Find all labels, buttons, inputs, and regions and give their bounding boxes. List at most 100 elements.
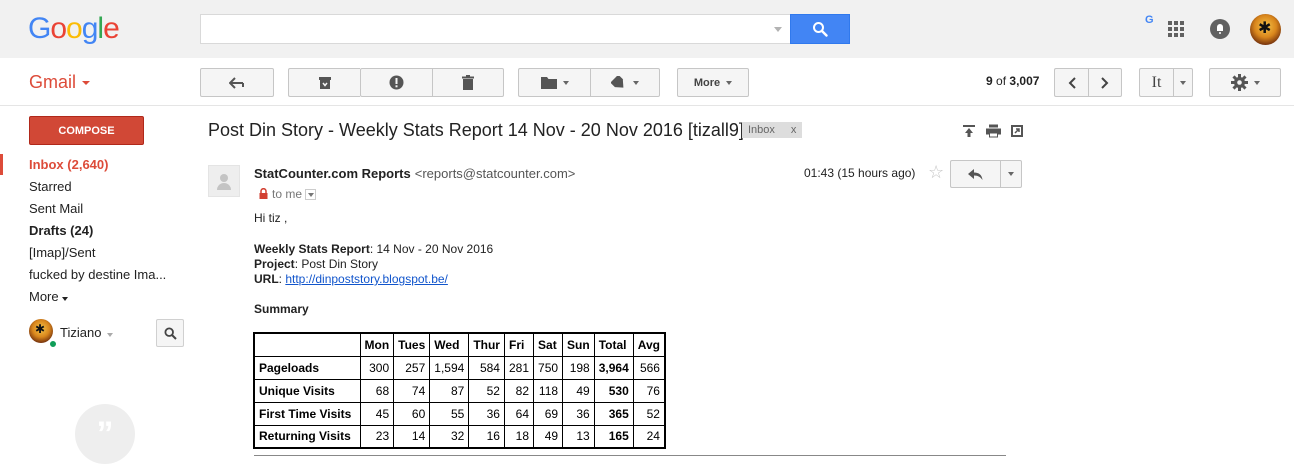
url-line: URL: http://dinpoststory.blogspot.be/ [254,272,448,286]
table-cell: 52 [468,378,505,403]
pager-of: of [996,74,1007,88]
chevron-down-icon [562,80,569,85]
labels-button[interactable] [590,68,660,97]
notifications-bell-icon[interactable] [1210,19,1230,39]
table-header-cell: Wed [429,332,470,357]
trash-icon [462,75,474,90]
table-cell: 198 [562,355,595,380]
inbox-label-chip[interactable]: Inbox x [742,122,803,138]
print-icon[interactable] [986,124,1001,138]
project-label: Project [254,257,295,271]
gmail-app-switcher[interactable]: Gmail [29,72,91,93]
apps-grid-icon[interactable] [1168,21,1184,37]
nav-item-starred[interactable]: Starred [29,179,72,194]
nav-item-imap-sent[interactable]: [Imap]/Sent [29,245,95,260]
table-cell: 68 [359,378,395,403]
expand-all-icon[interactable] [963,124,975,138]
star-icon[interactable]: ☆ [928,162,944,183]
label-tag-icon [611,75,624,88]
table-cell: 69 [533,401,564,426]
move-to-button[interactable] [518,68,590,97]
table-row: First Time Visits 45 60 55 36 64 69 36 365 52 [253,401,666,426]
archive-button[interactable] [288,68,360,97]
table-cell: 82 [503,378,535,403]
input-tools-label: It [1151,73,1162,91]
reply-button[interactable] [950,160,1000,188]
sender-email: <reports@statcounter.com> [414,166,576,181]
table-header-cell: Tues [393,332,431,357]
chevron-down-icon [61,297,68,301]
account-avatar[interactable] [1250,14,1281,45]
top-bar: Google G [0,0,1294,58]
row-label: Unique Visits [253,378,361,403]
row-label: First Time Visits [253,401,361,426]
message-time: 01:43 (15 hours ago) [804,166,916,180]
search-options-caret-icon[interactable] [774,27,782,32]
search-button[interactable] [790,14,850,44]
settings-button[interactable] [1209,68,1281,97]
gear-icon [1230,74,1248,91]
table-cell: 18 [503,424,535,449]
table-header-cell: Avg [632,332,666,357]
table-cell: 52 [632,401,666,426]
nav-item-drafts[interactable]: Drafts (24) [29,223,93,238]
report-spam-button[interactable] [360,68,432,97]
table-header-cell: Mon [359,332,395,357]
new-window-icon[interactable] [1011,124,1023,138]
hangouts-quote-icon[interactable]: ” [75,404,135,464]
google-logo[interactable]: Google [28,12,120,46]
older-button[interactable] [1088,68,1122,97]
table-cell: 60 [393,401,431,426]
table-header-cell: Thur [468,332,505,357]
project-url-link[interactable]: http://dinpoststory.blogspot.be/ [285,272,448,286]
lock-icon [259,187,268,199]
delete-button[interactable] [432,68,504,97]
reply-more-button[interactable] [1000,160,1022,188]
search-box [200,14,790,44]
project-value: : Post Din Story [294,257,379,271]
chevron-right-icon [1101,76,1109,89]
hangouts-search-button[interactable] [156,319,184,347]
more-actions-button[interactable]: More [677,68,749,97]
archive-icon [318,76,331,89]
sender-avatar[interactable] [208,165,240,197]
total-cell: 530 [593,378,634,403]
report-value: : 14 Nov - 20 Nov 2016 [369,242,494,256]
gmail-label: Gmail [29,72,77,92]
message-subject: Post Din Story - Weekly Stats Report 14 … [208,120,744,140]
table-cell: 118 [533,378,564,403]
search-input[interactable] [201,15,790,43]
remove-label-icon[interactable]: x [791,124,797,136]
show-details-icon[interactable] [305,189,317,201]
sender-name[interactable]: StatCounter.com Reports [254,166,411,181]
chevron-down-icon [1008,172,1014,176]
compose-button[interactable]: COMPOSE [29,116,144,145]
row-label: Returning Visits [253,424,361,449]
google-g-icon[interactable]: G [1145,14,1154,26]
nav-more-label: More [29,289,59,304]
back-arrow-icon [229,76,244,89]
nav-item-sent-mail[interactable]: Sent Mail [29,201,83,216]
input-tools-menu-button[interactable] [1173,68,1193,97]
report-spam-icon [389,75,404,90]
chevron-down-icon [82,81,91,86]
recipient-line: to me [259,187,317,201]
table-cell: 14 [393,424,431,449]
total-cell: 165 [593,424,634,449]
table-cell: 76 [632,378,666,403]
weekly-stats-table: Mon Tues Wed Thur Fri Sat Sun Total Avg … [253,332,666,449]
chevron-down-icon [726,80,733,85]
back-to-inbox-button[interactable] [200,68,274,97]
report-label: Weekly Stats Report [254,242,370,256]
search-icon [163,326,177,340]
nav-item-custom-label[interactable]: fucked by destine Ima... [29,267,166,282]
pager-total: 3,007 [1009,74,1040,88]
nav-item-more[interactable]: More [29,289,68,304]
to-label: to me [272,187,303,201]
nav-item-inbox[interactable]: Inbox (2,640) [29,157,108,172]
logo-letter: G [28,12,51,45]
table-cell: 74 [393,378,431,403]
input-tools-button[interactable]: It [1139,68,1173,97]
newer-button[interactable] [1054,68,1088,97]
table-header-cell: Sat [533,332,564,357]
